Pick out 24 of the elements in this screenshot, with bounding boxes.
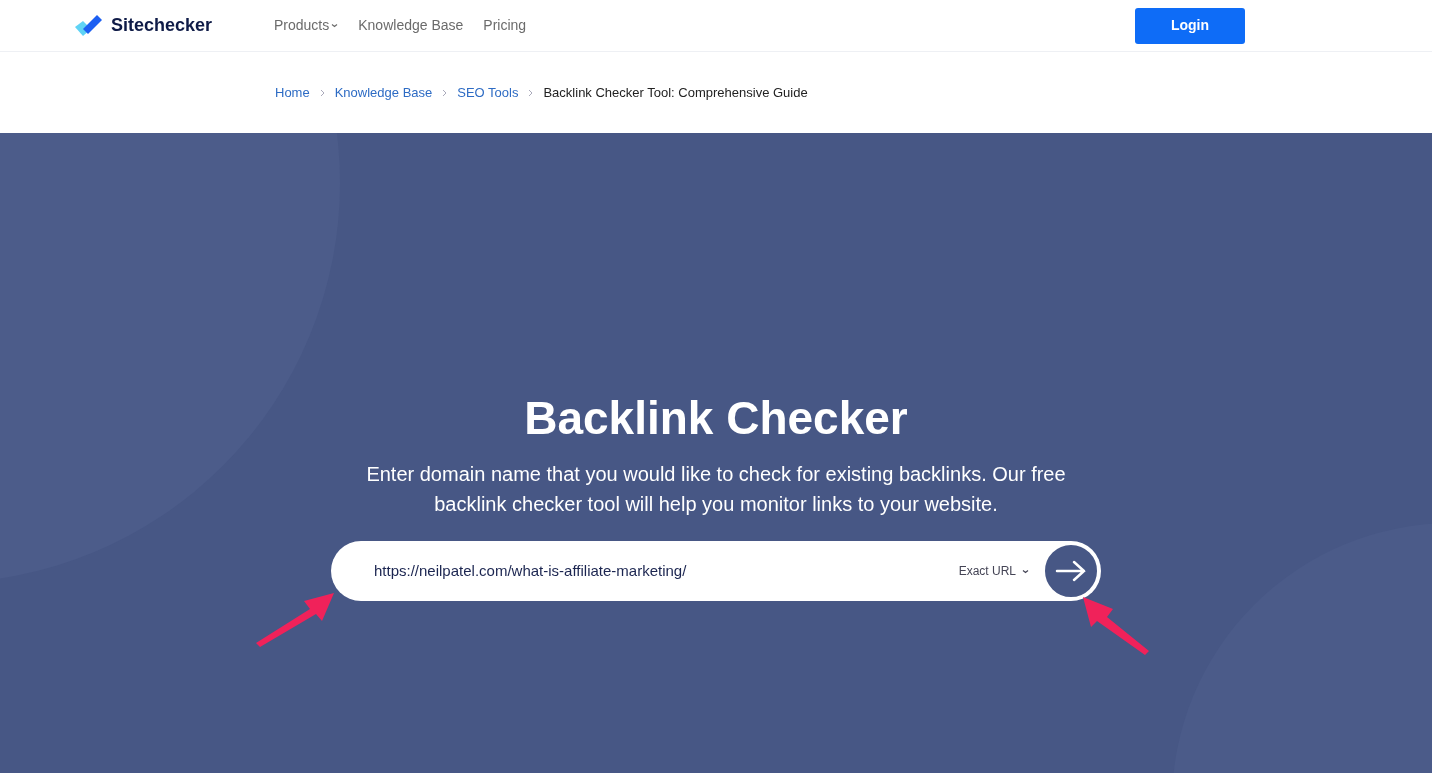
checkmark-logo-icon bbox=[75, 14, 103, 37]
url-search-bar[interactable]: https://neilpatel.com/what-is-affiliate-marketing/ Exact URL bbox=[331, 541, 1101, 601]
chevron-down-icon bbox=[331, 23, 339, 28]
pointer-arrow-icon bbox=[254, 591, 336, 647]
chevron-right-icon bbox=[442, 88, 448, 97]
breadcrumb-link[interactable]: SEO Tools bbox=[457, 82, 519, 103]
login-button[interactable]: Login bbox=[1135, 7, 1245, 44]
logo-text: Sitechecker bbox=[111, 14, 213, 37]
chevron-right-icon bbox=[319, 88, 325, 97]
url-input[interactable]: https://neilpatel.com/what-is-affiliate-marketing/ bbox=[374, 559, 959, 583]
breadcrumb-link[interactable]: Knowledge Base bbox=[334, 82, 433, 103]
nav-link[interactable]: Pricing bbox=[483, 15, 527, 36]
hero-title: Backlink Checker bbox=[524, 395, 908, 441]
arrow-right-icon bbox=[1055, 560, 1087, 582]
nav-link[interactable]: Products bbox=[274, 15, 339, 36]
submit-button[interactable] bbox=[1043, 543, 1099, 599]
breadcrumb-current: Backlink Checker Tool: Comprehensive Guide bbox=[543, 83, 808, 102]
breadcrumb-link[interactable]: Home bbox=[275, 82, 310, 103]
chevron-right-icon bbox=[528, 88, 534, 97]
chevron-down-icon bbox=[1022, 568, 1029, 574]
mode-dropdown[interactable]: Exact URL bbox=[958, 562, 1029, 580]
nav-link[interactable]: Knowledge Base bbox=[358, 15, 464, 36]
hero-subtitle: Enter domain name that you would like to check for existing backlinks. Our free backlink checker tool will help you monitor links to your website. bbox=[365, 462, 1067, 517]
pointer-arrow-icon bbox=[1083, 595, 1151, 655]
